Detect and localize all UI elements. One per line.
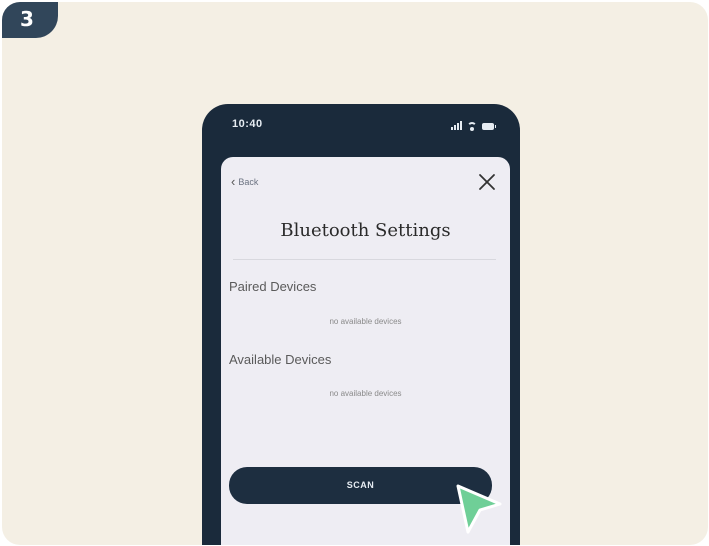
paired-devices-empty-text: no available devices <box>329 317 402 326</box>
wifi-icon <box>467 122 477 131</box>
back-button[interactable]: ‹ Back <box>231 174 259 189</box>
status-icons <box>451 120 496 131</box>
signal-icon <box>451 121 462 130</box>
back-label: Back <box>238 177 259 187</box>
status-time: 10:40 <box>232 118 263 130</box>
title-divider <box>233 259 496 260</box>
status-bar: 10:40 <box>232 118 496 134</box>
cursor-arrow-icon <box>456 484 502 534</box>
page-title: Bluetooth Settings <box>280 220 451 241</box>
available-devices-empty-text: no available devices <box>329 389 402 398</box>
paired-devices-heading: Paired Devices <box>229 279 317 294</box>
close-button[interactable] <box>476 171 498 193</box>
step-number-badge: 3 <box>2 2 58 38</box>
chevron-left-icon: ‹ <box>231 174 236 189</box>
close-icon <box>479 174 495 190</box>
available-devices-heading: Available Devices <box>229 352 332 367</box>
stage: 3 10:40 ‹ Back Bluetooth Settings Paired… <box>0 0 709 546</box>
phone-frame: 10:40 ‹ Back Bluetooth Settings Paired D… <box>202 104 520 545</box>
battery-icon <box>482 123 496 130</box>
step-card: 3 10:40 ‹ Back Bluetooth Settings Paired… <box>2 2 708 545</box>
